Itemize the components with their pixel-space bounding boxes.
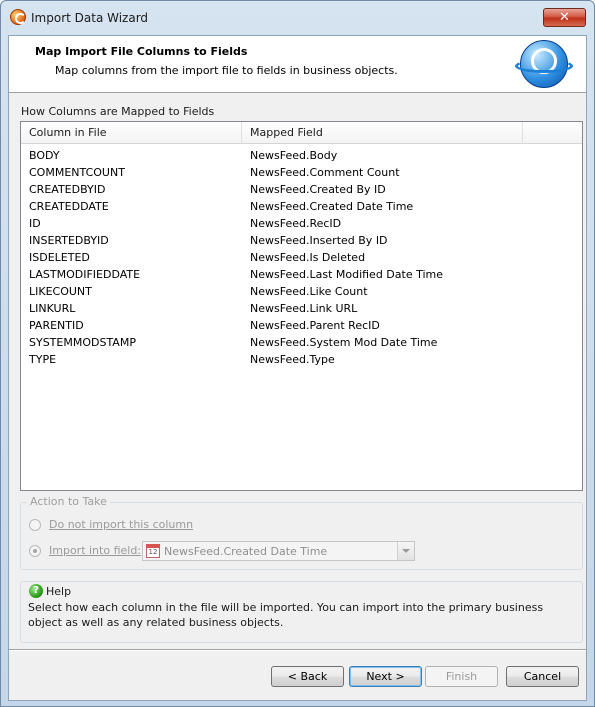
help-icon: ? (29, 584, 43, 598)
footer-divider (9, 649, 586, 651)
column-header-field[interactable]: Mapped Field (250, 126, 323, 139)
window-title: Import Data Wizard (31, 11, 149, 25)
table-row[interactable]: BODY NewsFeed.Body (21, 148, 582, 165)
import-data-wizard-window: Import Data Wizard ✕ Map Import File Col… (0, 0, 595, 707)
table-row[interactable]: CREATEDBYID NewsFeed.Created By ID (21, 182, 582, 199)
table-row[interactable]: CREATEDDATE NewsFeed.Created Date Time (21, 199, 582, 216)
mapped-field-cell: NewsFeed.Comment Count (250, 166, 400, 179)
close-button[interactable]: ✕ (543, 8, 586, 27)
column-divider[interactable] (241, 122, 242, 144)
mapped-field-cell: NewsFeed.System Mod Date Time (250, 336, 438, 349)
file-column-cell: INSERTEDBYID (29, 234, 109, 247)
file-column-cell: LASTMODIFIEDDATE (29, 268, 141, 281)
file-column-cell: LIKECOUNT (29, 285, 92, 298)
mapped-field-cell: NewsFeed.Parent RecID (250, 319, 380, 332)
back-button[interactable]: < Back (271, 666, 344, 687)
help-panel: ? Help Select how each column in the fil… (20, 581, 583, 643)
target-field-value: NewsFeed.Created Date Time (164, 545, 328, 558)
column-header-file[interactable]: Column in File (29, 126, 107, 139)
chevron-down-icon[interactable] (397, 542, 414, 560)
table-row[interactable]: LASTMODIFIEDDATE NewsFeed.Last Modified D… (21, 267, 582, 284)
mapped-field-cell: NewsFeed.Is Deleted (250, 251, 366, 264)
mapped-field-cell: NewsFeed.RecID (250, 217, 342, 230)
table-row[interactable]: ID NewsFeed.RecID (21, 216, 582, 233)
next-button[interactable]: Next > (349, 666, 422, 687)
do-not-import-label: Do not import this column (49, 518, 194, 531)
mapped-field-cell: NewsFeed.Last Modified Date Time (250, 268, 444, 281)
table-row[interactable]: SYSTEMMODSTAMP NewsFeed.System Mod Date T… (21, 335, 582, 352)
table-row[interactable]: INSERTEDBYID NewsFeed.Inserted By ID (21, 233, 582, 250)
table-row[interactable]: TYPE NewsFeed.Type (21, 352, 582, 369)
table-header: Column in File Mapped Field (21, 122, 582, 144)
target-field-dropdown[interactable]: 12 NewsFeed.Created Date Time (142, 541, 415, 561)
mapped-field-cell: NewsFeed.Created Date Time (250, 200, 414, 213)
action-legend: Action to Take (27, 495, 110, 508)
mapped-field-cell: NewsFeed.Like Count (250, 285, 368, 298)
wizard-header: Map Import File Columns to Fields Map co… (9, 36, 586, 93)
cancel-button[interactable]: Cancel (506, 666, 579, 687)
table-row[interactable]: LINKURL NewsFeed.Link URL (21, 301, 582, 318)
import-into-field-radio[interactable] (29, 544, 41, 557)
file-column-cell: TYPE (29, 353, 57, 366)
table-row[interactable]: ISDELETED NewsFeed.Is Deleted (21, 250, 582, 267)
table-row[interactable]: PARENTID NewsFeed.Parent RecID (21, 318, 582, 335)
globe-icon (515, 40, 573, 88)
help-title: Help (46, 585, 72, 598)
file-column-cell: PARENTID (29, 319, 84, 332)
mapping-section-label: How Columns are Mapped to Fields (21, 105, 215, 118)
mapped-field-cell: NewsFeed.Body (250, 149, 338, 162)
table-row[interactable]: LIKECOUNT NewsFeed.Like Count (21, 284, 582, 301)
file-column-cell: LINKURL (29, 302, 76, 315)
title-bar: Import Data Wizard ✕ (1, 1, 594, 35)
finish-button[interactable]: Finish (425, 666, 498, 687)
file-column-cell: CREATEDBYID (29, 183, 106, 196)
file-column-cell: COMMENTCOUNT (29, 166, 125, 179)
do-not-import-radio[interactable] (29, 518, 41, 531)
mapped-field-cell: NewsFeed.Inserted By ID (250, 234, 388, 247)
mapping-table[interactable]: Column in File Mapped Field BODY NewsFeed… (20, 121, 583, 491)
table-row[interactable]: COMMENTCOUNT NewsFeed.Comment Count (21, 165, 582, 182)
help-text: Select how each column in the file will … (28, 601, 544, 629)
app-logo-icon (10, 9, 26, 25)
action-to-take-group: Action to Take Do not import this column… (20, 495, 583, 570)
mapped-field-cell: NewsFeed.Link URL (250, 302, 358, 315)
column-divider[interactable] (522, 122, 523, 144)
file-column-cell: ID (29, 217, 41, 230)
file-column-cell: ISDELETED (29, 251, 90, 264)
do-not-import-option[interactable]: Do not import this column (29, 518, 193, 531)
table-rows: BODY NewsFeed.Body COMMENTCOUNT NewsFeed.C… (21, 148, 582, 369)
import-into-field-label: Import into field: (49, 544, 142, 557)
file-column-cell: BODY (29, 149, 60, 162)
import-into-field-option[interactable]: Import into field: (29, 544, 141, 557)
page-title: Map Import File Columns to Fields (35, 45, 248, 58)
mapped-field-cell: NewsFeed.Type (250, 353, 335, 366)
file-column-cell: CREATEDDATE (29, 200, 109, 213)
file-column-cell: SYSTEMMODSTAMP (29, 336, 136, 349)
mapped-field-cell: NewsFeed.Created By ID (250, 183, 386, 196)
page-subtitle: Map columns from the import file to fiel… (55, 64, 398, 77)
calendar-icon: 12 (146, 544, 160, 558)
wizard-body: Map Import File Columns to Fields Map co… (8, 35, 587, 701)
